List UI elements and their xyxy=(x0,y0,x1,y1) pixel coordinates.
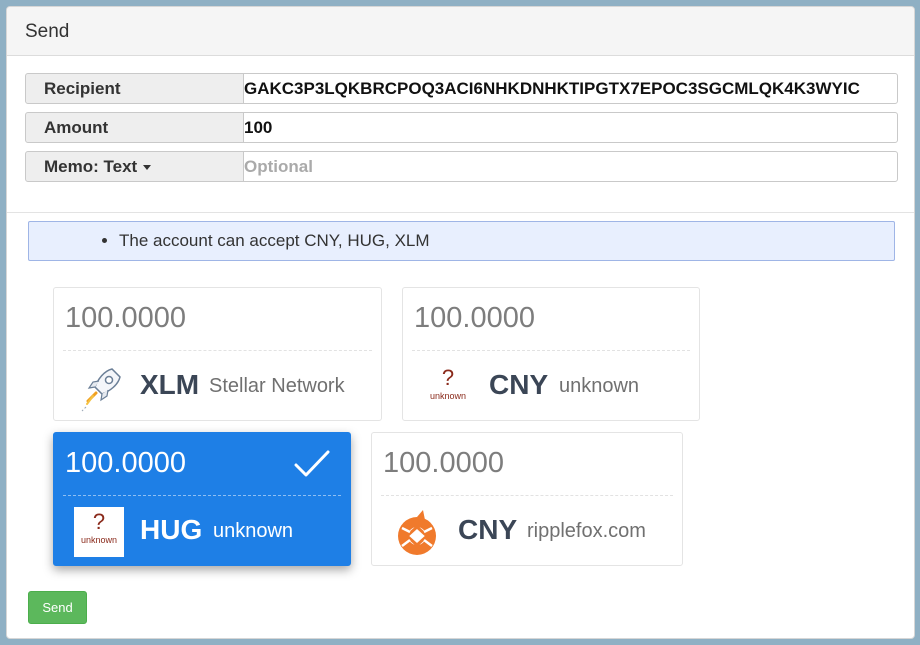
asset-issuer: unknown xyxy=(559,375,640,397)
recipient-row: Recipient GAKC3P3LQKBRCPOQ3ACI6NHKDNHKTI… xyxy=(25,73,898,104)
asset-amount: 100.0000 xyxy=(383,447,504,479)
unknown-icon-mark: ? xyxy=(92,509,106,534)
asset-card-hug[interactable]: 100.0000 ? unknown HUG unknown xyxy=(53,432,351,566)
asset-card-cny-unknown[interactable]: 100.0000 ? unknown CNY unknown xyxy=(402,287,700,421)
send-form: Recipient GAKC3P3LQKBRCPOQ3ACI6NHKDNHKTI… xyxy=(7,56,914,213)
asset-code: HUG xyxy=(140,514,203,545)
alert-text: The account can accept CNY, HUG, XLM xyxy=(119,222,894,260)
asset-code: CNY xyxy=(489,369,549,400)
memo-row: Memo: Text Optional xyxy=(25,151,898,182)
stellar-rocket-icon xyxy=(76,363,126,413)
card-divider xyxy=(63,495,341,496)
memo-type-dropdown[interactable]: Memo: Text xyxy=(25,151,244,182)
asset-card-xlm[interactable]: 100.0000 XLM Stellar Network xyxy=(53,287,382,421)
memo-input[interactable]: Optional xyxy=(243,151,898,182)
asset-amount: 100.0000 xyxy=(65,447,186,479)
send-panel: Send Recipient GAKC3P3LQKBRCPOQ3ACI6NHKD… xyxy=(6,6,915,639)
unknown-icon-text: unknown xyxy=(80,535,118,545)
accepted-assets-alert: The account can accept CNY, HUG, XLM xyxy=(28,221,895,261)
recipient-input[interactable]: GAKC3P3LQKBRCPOQ3ACI6NHKDNHKTIPGTX7EPOC3… xyxy=(243,73,898,104)
unknown-icon-mark: ? xyxy=(441,365,455,390)
asset-issuer: ripplefox.com xyxy=(527,520,646,542)
asset-issuer: unknown xyxy=(213,520,294,542)
checkmark-icon xyxy=(294,450,330,477)
asset-code: CNY xyxy=(458,514,518,545)
panel-title: Send xyxy=(7,7,914,56)
card-divider xyxy=(412,350,690,351)
ripplefox-logo-icon xyxy=(394,508,444,558)
asset-issuer: Stellar Network xyxy=(209,375,345,397)
unknown-asset-icon: ? unknown xyxy=(74,507,124,557)
unknown-icon-text: unknown xyxy=(429,391,467,401)
caret-down-icon xyxy=(143,165,152,171)
amount-row: Amount 100 xyxy=(25,112,898,143)
card-divider xyxy=(63,350,372,351)
card-divider xyxy=(381,495,673,496)
asset-amount: 100.0000 xyxy=(65,302,186,334)
unknown-asset-icon: ? unknown xyxy=(423,363,473,413)
recipient-label: Recipient xyxy=(25,73,244,104)
asset-code: XLM xyxy=(140,369,200,400)
asset-amount: 100.0000 xyxy=(414,302,535,334)
amount-label: Amount xyxy=(25,112,244,143)
amount-input[interactable]: 100 xyxy=(243,112,898,143)
asset-card-cny-ripplefox[interactable]: 100.0000 CNY ripplefox.com xyxy=(371,432,683,566)
send-button[interactable]: Send xyxy=(28,591,87,624)
memo-type-label: Memo: Text xyxy=(44,157,138,176)
